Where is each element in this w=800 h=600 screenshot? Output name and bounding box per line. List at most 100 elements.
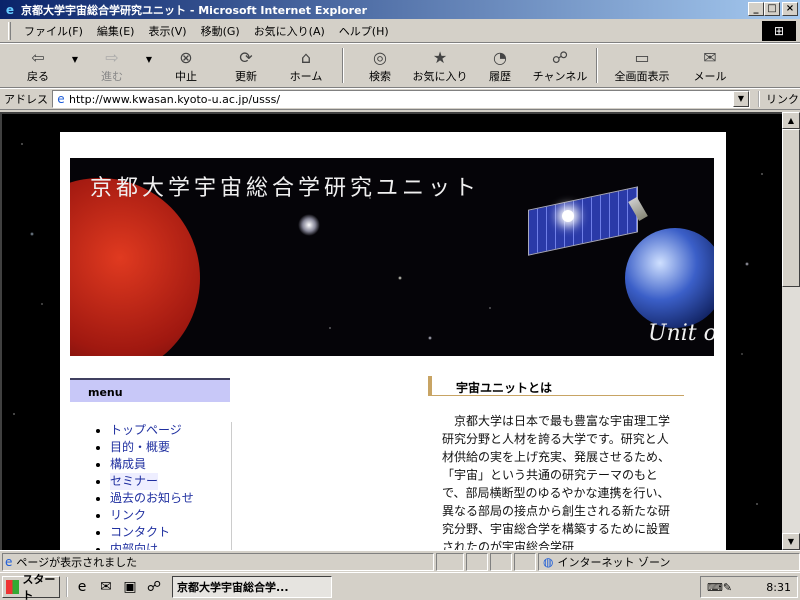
taskbar-window-button[interactable]: 京都大学宇宙総合学... (172, 575, 332, 598)
clock[interactable]: 8:31 (766, 581, 791, 594)
history-icon: ◔ (493, 47, 507, 67)
menu-edit[interactable]: 編集(E) (90, 23, 142, 39)
refresh-label: 更新 (235, 69, 257, 83)
address-label: アドレス (4, 93, 48, 106)
back-label: 戻る (27, 69, 49, 83)
status-cell (466, 552, 488, 571)
menu-list-item: セミナー (96, 473, 231, 490)
page-body: 京都大学宇宙総合学研究ユニット Unit of menu トップページ 目的・概… (60, 132, 726, 550)
fullscreen-button[interactable]: ▭ 全画面表示 (604, 44, 680, 87)
menu-link-links[interactable]: リンク (110, 507, 146, 524)
window-controls: _ □ × (748, 2, 798, 16)
channels-icon: ☍ (551, 47, 569, 67)
sun-graphic (70, 178, 200, 356)
scroll-up-button[interactable]: ▲ (782, 112, 800, 129)
channels-button[interactable]: ☍ チャンネル (530, 44, 590, 87)
forward-dropdown[interactable]: ▼ (142, 32, 156, 87)
windows-logo-icon: ⊞ (762, 21, 796, 41)
bullet-icon (96, 513, 100, 518)
ie-logo-icon: e (5, 2, 15, 17)
mail-button[interactable]: ✉ メール (680, 44, 740, 87)
menu-list-item: 過去のお知らせ (96, 490, 231, 507)
scroll-thumb[interactable] (782, 129, 800, 287)
forward-arrow-icon: ⇨ (105, 47, 119, 67)
menu-help[interactable]: ヘルプ(H) (332, 23, 396, 39)
favorites-button[interactable]: ★ お気に入り (410, 44, 470, 87)
bullet-icon (96, 462, 100, 467)
address-url: http://www.kwasan.kyoto-u.ac.jp/usss/ (69, 92, 281, 106)
start-label: スタート (22, 572, 56, 600)
toolbar-separator (342, 48, 344, 83)
menu-list-item: 目的・概要 (96, 439, 231, 456)
status-cell (436, 552, 464, 571)
menu-list-item: 内部向け (96, 541, 231, 550)
channels-quicklaunch-icon[interactable]: ☍ (144, 577, 164, 597)
tray-icons[interactable]: ⌨✎ (707, 581, 732, 594)
fullscreen-icon: ▭ (634, 47, 650, 67)
satellite-panel-graphic (528, 186, 638, 256)
section-heading: 宇宙ユニットとは (428, 376, 684, 396)
stop-label: 中止 (175, 69, 197, 83)
menu-list: トップページ 目的・概要 構成員 セミナー 過去のお知らせ リンク コンタクト … (96, 422, 232, 550)
favorites-folder-icon: ★ (432, 47, 448, 67)
menu-bar: ファイル(F) 編集(E) 表示(V) 移動(G) お気に入り(A) ヘルプ(H… (0, 19, 800, 43)
windows-flag-icon (6, 579, 20, 594)
history-button[interactable]: ◔ 履歴 (470, 44, 530, 87)
ie-quicklaunch-icon[interactable]: e (72, 577, 92, 597)
maximize-button[interactable]: □ (764, 2, 780, 16)
forward-button[interactable]: ⇨ 進む (82, 44, 142, 87)
outlook-quicklaunch-icon[interactable]: ✉ (96, 577, 116, 597)
status-message: ページが表示されました (16, 555, 138, 569)
bullet-icon (96, 428, 100, 433)
address-input[interactable]: e http://www.kwasan.kyoto-u.ac.jp/usss/ … (52, 90, 750, 108)
history-label: 履歴 (489, 69, 511, 83)
menu-heading: menu (70, 378, 230, 402)
stop-button[interactable]: ⊗ 中止 (156, 44, 216, 87)
menu-link-members[interactable]: 構成員 (110, 456, 146, 473)
start-button[interactable]: スタート (2, 573, 60, 600)
banner-title: 京都大学宇宙総合学研究ユニット (90, 176, 481, 201)
section-text: 京都大学は日本で最も豊富な宇宙理工学研究分野と人材を誇る大学です。研究と人材供給… (442, 414, 671, 550)
security-zone-panel: ◍ インターネット ゾーン (538, 552, 800, 571)
vertical-scrollbar[interactable]: ▲ ▼ (782, 112, 800, 550)
back-arrow-icon: ⇦ (31, 47, 45, 67)
menu-link-seminar[interactable]: セミナー (110, 473, 159, 490)
close-button[interactable]: × (782, 2, 798, 16)
links-button[interactable]: リンク (758, 91, 799, 107)
toolbar-separator (596, 48, 598, 83)
quick-launch: e ✉ ▣ ☍ (66, 576, 164, 597)
menubar-grip (8, 21, 11, 40)
forward-label: 進む (101, 69, 123, 83)
back-button[interactable]: ⇦ 戻る (8, 44, 68, 87)
menu-link-past-news[interactable]: 過去のお知らせ (110, 490, 194, 507)
stop-icon: ⊗ (179, 47, 193, 67)
fullscreen-label: 全画面表示 (614, 69, 670, 83)
title-bar: e 京都大学宇宙総合学研究ユニット - Microsoft Internet E… (0, 0, 800, 19)
minimize-button[interactable]: _ (748, 2, 764, 16)
menu-favorites[interactable]: お気に入り(A) (247, 23, 332, 39)
menu-link-internal[interactable]: 内部向け (110, 541, 158, 550)
scroll-down-button[interactable]: ▼ (782, 533, 800, 550)
menu-list-item: リンク (96, 507, 231, 524)
bullet-icon (96, 479, 100, 484)
status-cell (514, 552, 536, 571)
menu-link-top[interactable]: トップページ (110, 422, 182, 439)
mail-label: メール (693, 69, 727, 83)
menu-go[interactable]: 移動(G) (194, 23, 247, 39)
search-button[interactable]: ◎ 検索 (350, 44, 410, 87)
back-dropdown[interactable]: ▼ (68, 32, 82, 87)
address-bar: アドレス e http://www.kwasan.kyoto-u.ac.jp/u… (0, 88, 800, 110)
channels-label: チャンネル (532, 69, 588, 83)
desktop-quicklaunch-icon[interactable]: ▣ (120, 577, 140, 597)
home-button[interactable]: ⌂ ホーム (276, 44, 336, 87)
page-viewport[interactable]: 京都大学宇宙総合学研究ユニット Unit of menu トップページ 目的・概… (0, 112, 782, 550)
banner-subtitle: Unit of (648, 321, 714, 346)
galaxy-graphic (298, 214, 320, 236)
banner-image: 京都大学宇宙総合学研究ユニット Unit of (70, 158, 714, 356)
status-message-panel: e ページが表示されました (2, 552, 434, 571)
menu-link-purpose[interactable]: 目的・概要 (110, 439, 170, 456)
taskbar-window-title: 京都大学宇宙総合学... (177, 580, 289, 594)
refresh-button[interactable]: ⟳ 更新 (216, 44, 276, 87)
address-dropdown-button[interactable]: ▼ (733, 91, 749, 107)
menu-link-contact[interactable]: コンタクト (110, 524, 170, 541)
